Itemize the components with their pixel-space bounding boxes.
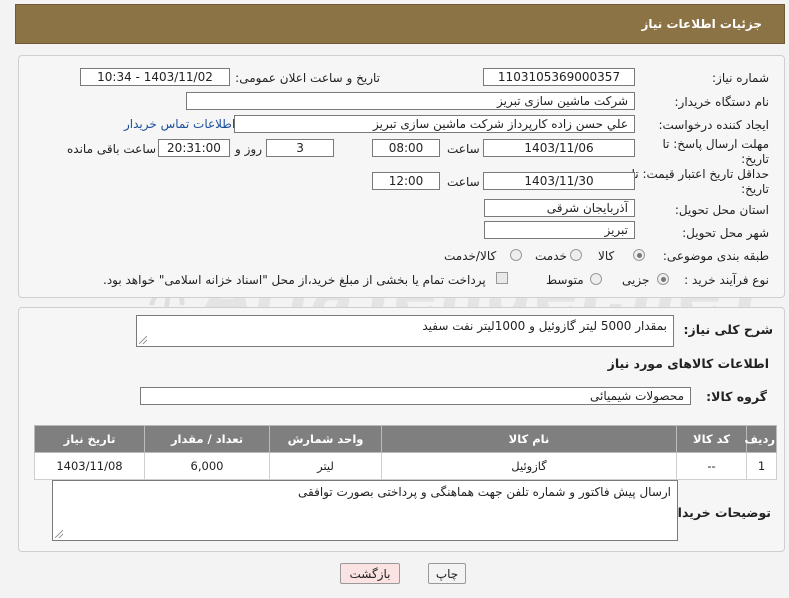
buyer-notes-label: توضیحات خریدار: [665,505,771,520]
cell-goods-name: گازوئیل [381,452,677,480]
category-label: طبقه بندی موضوعی: [662,249,769,263]
reply-date-field: 1403/11/06 [483,139,635,157]
col-header-quantity: تعداد / مقدار [144,425,270,453]
reply-time-field: 08:00 [372,139,440,157]
process-type-label: نوع فرآیند خرید : [684,273,769,287]
city-field: تبریز [484,221,635,239]
category-option-goods-service: کالا/خدمت [444,249,497,263]
col-header-need-date: تاریخ نیاز [34,425,145,453]
buyer-notes-field: ارسال پیش فاکتور و شماره تلفن جهت هماهنگ… [52,480,678,541]
buyer-notes-text: ارسال پیش فاکتور و شماره تلفن جهت هماهنگ… [298,485,671,499]
category-radio-goods[interactable] [633,249,645,261]
days-field: 3 [266,139,334,157]
process-radio-minor[interactable] [657,273,669,285]
province-label: استان محل تحویل: [674,203,769,217]
category-option-service: خدمت [535,249,567,263]
creator-label: ایجاد کننده درخواست: [658,118,769,132]
creator-field: علي حسن زاده کارپرداز شرکت ماشین سازی تب… [234,115,635,133]
treasury-payment-checkbox[interactable] [496,272,508,284]
remaining-time-label: ساعت باقی مانده [67,142,157,156]
general-description-field: بمقدار 5000 لیتر گازوئیل و 1000لیتر نفت … [136,315,674,347]
reply-deadline-label: مهلت ارسال پاسخ: تا تاریخ: [662,137,769,166]
goods-group-field: محصولات شیمیائی [140,387,691,405]
need-number-label: شماره نیاز: [712,71,769,85]
days-label: روز و [235,142,262,156]
need-number-field: 1103105369000357 [483,68,635,86]
price-validity-label: حداقل تاریخ اعتبار قیمت: تا تاریخ: [631,167,769,196]
price-time-label: ساعت [447,175,480,189]
page-title-bar: جزئیات اطلاعات نیاز [15,4,785,44]
buyer-org-field: شرکت ماشین سازی تبریز [186,92,635,110]
process-option-minor: جزیی [622,273,650,287]
goods-group-label: گروه کالا: [706,389,767,404]
col-header-goods-code: کد کالا [676,425,747,453]
cell-need-date: 1403/11/08 [34,452,145,480]
price-date-field: 1403/11/30 [483,172,635,190]
resize-handle[interactable] [139,336,147,344]
buyer-contact-link[interactable]: اطلاعات تماس خریدار [124,117,235,131]
cell-goods-code: -- [676,452,747,480]
announce-datetime-label: تاریخ و ساعت اعلان عمومی: [235,71,380,85]
general-description-text: بمقدار 5000 لیتر گازوئیل و 1000لیتر نفت … [422,319,667,333]
cell-quantity: 6,000 [144,452,270,480]
col-header-goods-name: نام کالا [381,425,677,453]
items-table: ردیف کد کالا نام کالا واحد شمارش تعداد /… [34,425,777,480]
process-radio-medium[interactable] [590,273,602,285]
price-time-field: 12:00 [372,172,440,190]
cell-unit: لیتر [269,452,382,480]
remaining-time-field: 20:31:00 [158,139,230,157]
table-row: 1 -- گازوئیل لیتر 6,000 1403/11/08 [34,452,777,480]
print-button[interactable]: چاپ [428,563,466,584]
city-label: شهر محل تحویل: [682,226,769,240]
announce-datetime-field: 1403/11/02 - 10:34 [80,68,230,86]
general-description-label: شرح کلی نیاز: [683,322,773,337]
table-header-row: ردیف کد کالا نام کالا واحد شمارش تعداد /… [34,425,777,453]
page-title: جزئیات اطلاعات نیاز [641,17,762,31]
cell-row-number: 1 [746,452,777,480]
buyer-org-label: نام دستگاه خریدار: [674,95,770,109]
process-option-medium: متوسط [546,273,584,287]
category-radio-goods-service[interactable] [510,249,522,261]
category-option-goods: کالا [598,249,615,263]
resize-handle[interactable] [55,530,63,538]
province-field: آذربایجان شرقی [484,199,635,217]
items-section-title: اطلاعات کالاهای مورد نیاز [607,356,769,371]
reply-time-label: ساعت [447,142,480,156]
treasury-payment-note: پرداخت تمام یا بخشی از مبلغ خرید،از محل … [103,273,486,287]
category-radio-service[interactable] [570,249,582,261]
back-button[interactable]: بازگشت [340,563,400,584]
col-header-unit: واحد شمارش [269,425,382,453]
col-header-row-number: ردیف [744,425,777,453]
